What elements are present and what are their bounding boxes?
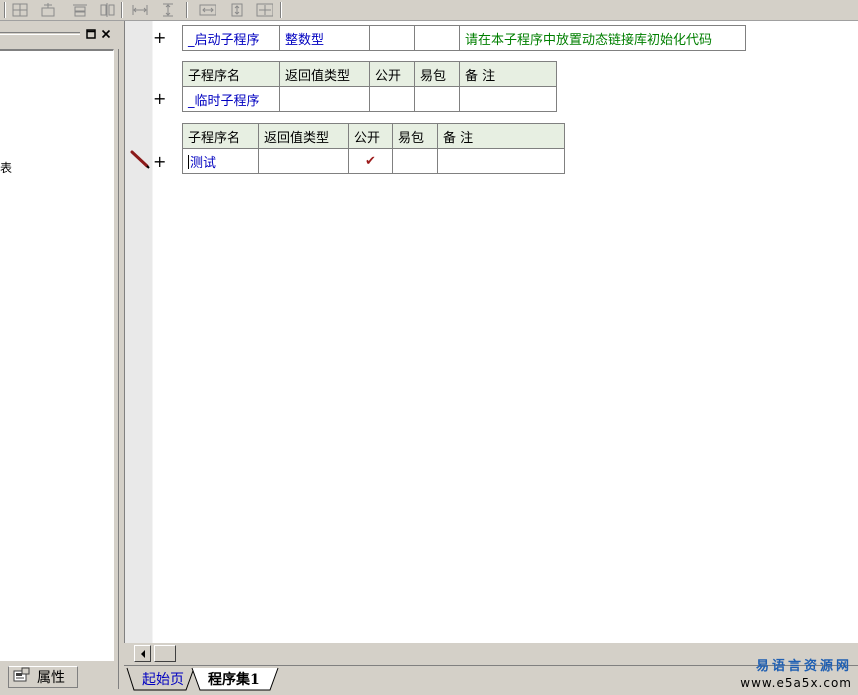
align-left-icon[interactable]	[10, 1, 29, 19]
pencil-icon	[129, 149, 151, 171]
panel-grip[interactable]	[0, 32, 80, 35]
table-row: _临时子程序	[182, 86, 557, 112]
column-header: 子程序名	[182, 61, 280, 87]
left-panel-content[interactable]: 表	[0, 49, 114, 661]
return-type-cell[interactable]: 整数型	[279, 25, 370, 51]
table-row: 测试 ✔	[182, 148, 565, 174]
toolbar-separator	[4, 2, 6, 18]
left-panel: 表 属性	[0, 21, 122, 695]
column-header: 返回值类型	[258, 123, 349, 149]
same-width-icon[interactable]	[130, 1, 149, 19]
subroutine-name-cell[interactable]: _启动子程序	[182, 25, 280, 51]
properties-icon	[13, 667, 31, 687]
tab-start-page[interactable]: 起始页	[136, 668, 190, 690]
column-header: 返回值类型	[279, 61, 370, 87]
align-center-icon[interactable]	[38, 1, 57, 19]
tree-item-label[interactable]: 表	[0, 159, 12, 176]
table-header-row: 子程序名 返回值类型 公开 易包 备 注	[182, 123, 565, 149]
code-editor[interactable]: + _启动子程序 整数型 请在本子程序中放置动态链接库初始化代码 子程序名 返回…	[124, 21, 858, 643]
subroutine-name-text: 测试	[190, 155, 217, 171]
toolbar-separator	[280, 2, 282, 18]
scroll-thumb[interactable]	[154, 645, 176, 662]
subroutine-table-startup: _启动子程序 整数型 请在本子程序中放置动态链接库初始化代码	[182, 25, 746, 51]
watermark: 易语言资源网 www.e5a5x.com	[740, 659, 852, 691]
public-cell[interactable]	[369, 25, 415, 51]
panel-splitter[interactable]	[118, 49, 122, 689]
restore-icon[interactable]	[84, 28, 97, 40]
column-header: 易包	[414, 61, 460, 87]
v-space-icon[interactable]	[227, 1, 246, 19]
left-panel-titlebar	[0, 26, 118, 42]
watermark-title: 易语言资源网	[755, 659, 852, 674]
easy-package-cell[interactable]	[392, 148, 438, 174]
return-type-cell[interactable]	[258, 148, 349, 174]
column-header: 易包	[392, 123, 438, 149]
scroll-left-button[interactable]	[134, 645, 151, 662]
subroutine-name-cell[interactable]: 测试	[182, 148, 259, 174]
subroutine-table-temp: 子程序名 返回值类型 公开 易包 备 注 _临时子程序	[182, 61, 557, 112]
subroutine-table-test: 子程序名 返回值类型 公开 易包 备 注 测试 ✔	[182, 123, 565, 174]
watermark-url: www.e5a5x.com	[740, 676, 852, 690]
table-row: _启动子程序 整数型 请在本子程序中放置动态链接库初始化代码	[182, 25, 746, 51]
subroutine-name-cell[interactable]: _临时子程序	[182, 86, 280, 112]
toolbar	[0, 0, 858, 21]
column-header: 子程序名	[182, 123, 259, 149]
public-cell[interactable]	[369, 86, 415, 112]
public-checkmark[interactable]: ✔	[348, 148, 393, 174]
close-icon[interactable]	[99, 28, 112, 40]
expand-icon[interactable]: +	[153, 91, 166, 107]
toolbar-separator	[121, 2, 123, 18]
column-header: 公开	[348, 123, 393, 149]
comment-cell[interactable]: 请在本子程序中放置动态链接库初始化代码	[459, 25, 746, 51]
table-header-row: 子程序名 返回值类型 公开 易包 备 注	[182, 61, 557, 87]
column-header: 备 注	[437, 123, 565, 149]
easy-package-cell[interactable]	[414, 86, 460, 112]
column-header: 公开	[369, 61, 415, 87]
tab-program-set-1[interactable]: 程序集1	[202, 668, 266, 690]
toolbar-separator	[186, 2, 188, 18]
expand-icon[interactable]: +	[153, 30, 166, 46]
tab-properties[interactable]: 属性	[8, 666, 78, 688]
text-cursor	[188, 154, 189, 169]
easy-package-cell[interactable]	[414, 25, 460, 51]
return-type-cell[interactable]	[279, 86, 370, 112]
column-header: 备 注	[459, 61, 557, 87]
comment-cell[interactable]	[459, 86, 557, 112]
tab-properties-label: 属性	[37, 670, 65, 686]
h-space-icon[interactable]	[198, 1, 217, 19]
comment-cell[interactable]	[437, 148, 565, 174]
align-top-icon[interactable]	[70, 1, 89, 19]
center-both-icon[interactable]	[255, 1, 274, 19]
align-bottom-icon[interactable]	[98, 1, 117, 19]
expand-icon[interactable]: +	[153, 154, 166, 170]
editor-gutter	[125, 21, 153, 643]
same-height-icon[interactable]	[158, 1, 177, 19]
